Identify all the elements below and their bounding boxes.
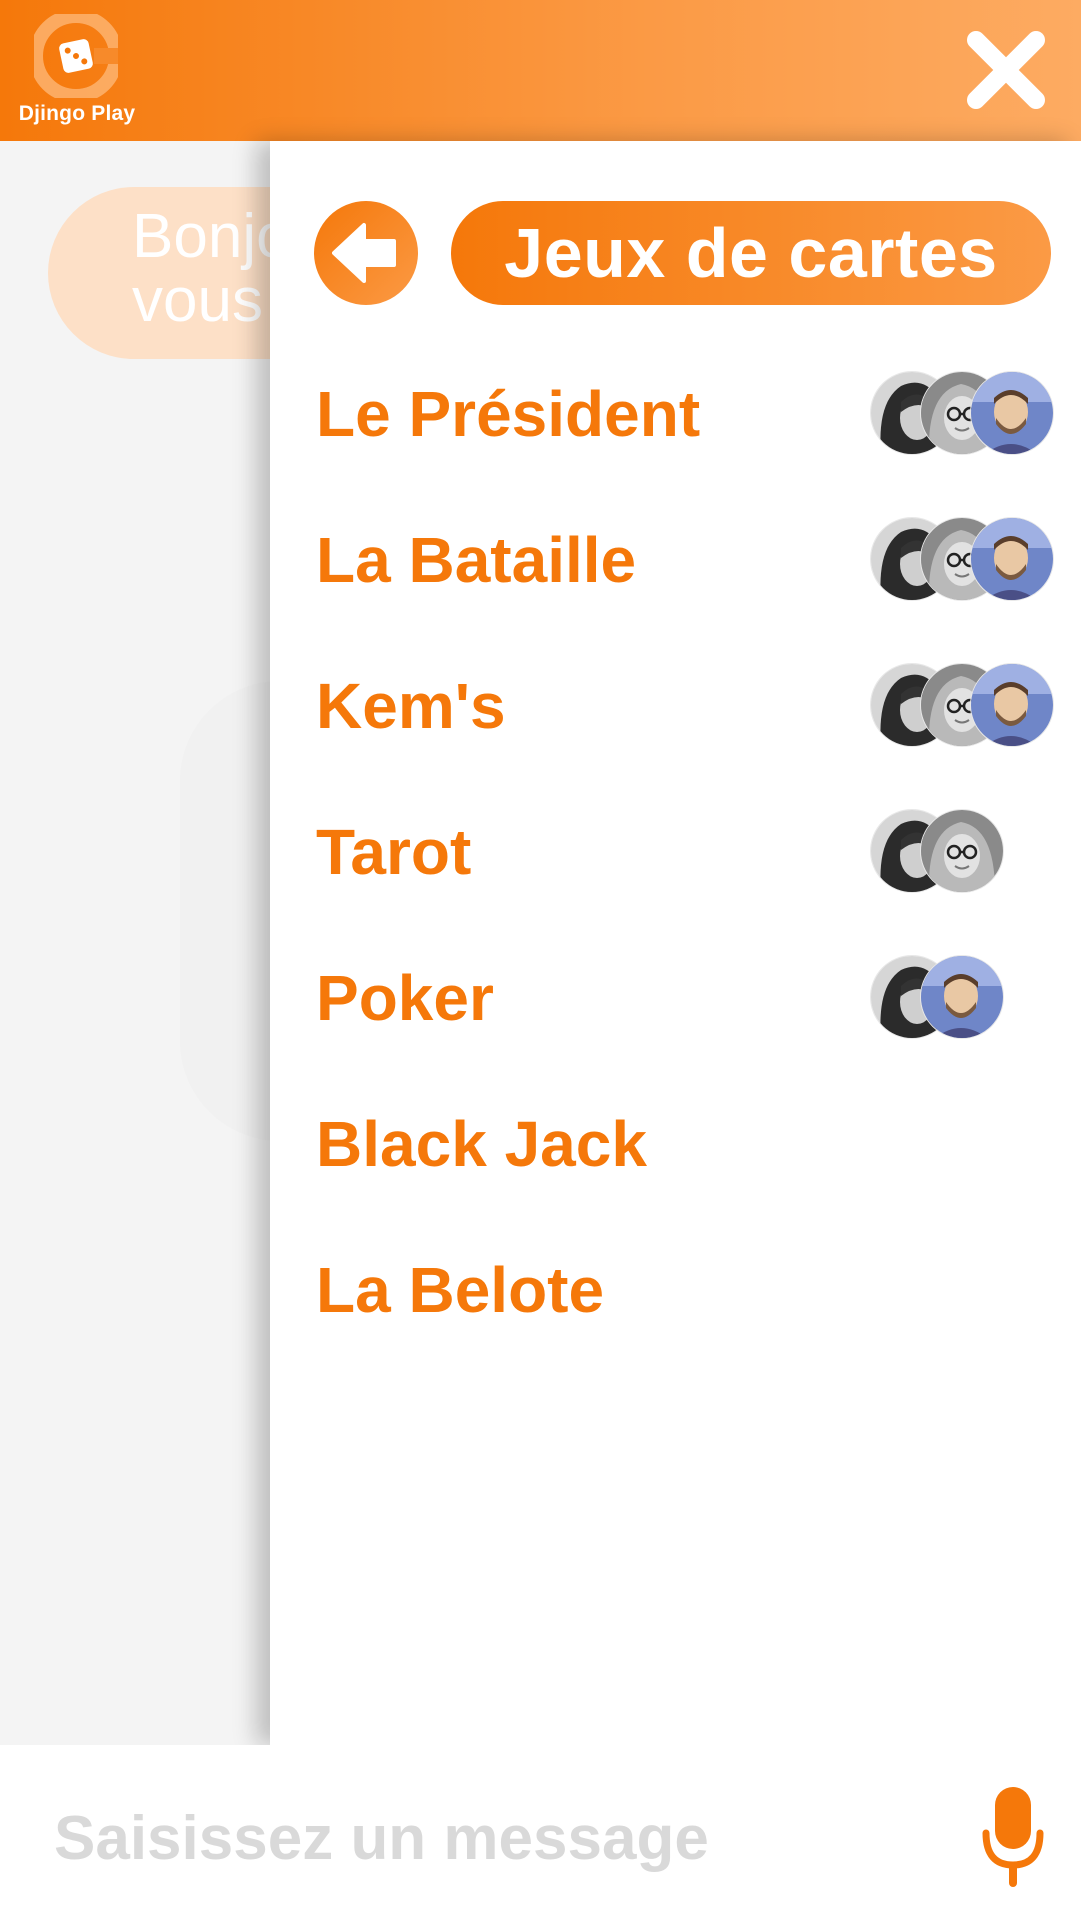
player-avatars (870, 955, 1056, 1039)
game-list: Le Président La Bataille Kem's Tarot Poker Bl… (316, 341, 1056, 1363)
message-bar (0, 1745, 1081, 1921)
avatar (970, 663, 1054, 747)
chat-bubble-text: Bonjour vous (132, 202, 270, 335)
game-label: Poker (316, 962, 494, 1034)
avatar (920, 955, 1004, 1039)
game-row[interactable]: Le Président (316, 341, 1056, 487)
game-row[interactable]: Poker (316, 925, 1056, 1071)
game-label: Black Jack (316, 1108, 647, 1180)
player-avatars (870, 809, 1056, 893)
player-avatars (870, 517, 1056, 601)
close-button[interactable] (964, 28, 1048, 112)
back-button[interactable] (314, 201, 418, 305)
game-label: Kem's (316, 670, 506, 742)
game-label: Tarot (316, 816, 472, 888)
game-label: La Belote (316, 1254, 605, 1326)
player-avatars (870, 663, 1056, 747)
chat-background: Bonjour vous (0, 141, 270, 1745)
background-card (180, 681, 270, 1141)
games-panel: Jeux de cartes Le Président La Bataille Ke… (270, 141, 1081, 1745)
avatar (970, 371, 1054, 455)
app-header: Djingo Play (0, 0, 1081, 141)
game-label: Le Président (316, 378, 701, 450)
microphone-icon (982, 1787, 1044, 1887)
arrow-left-icon (332, 223, 396, 283)
avatar (920, 809, 1004, 893)
game-label: La Bataille (316, 524, 637, 596)
microphone-button[interactable] (982, 1785, 1044, 1889)
dice-logo-icon (34, 14, 118, 98)
player-avatars (870, 371, 1056, 455)
avatar (970, 517, 1054, 601)
chat-bubble: Bonjour vous (48, 187, 270, 359)
panel-title: Jeux de cartes (451, 201, 1051, 305)
close-icon (967, 31, 1045, 109)
message-input[interactable] (52, 1797, 936, 1879)
app-logo[interactable]: Djingo Play (12, 8, 140, 133)
app-name: Djingo Play (18, 102, 136, 125)
game-row[interactable]: La Bataille (316, 487, 1056, 633)
game-row[interactable]: Kem's (316, 633, 1056, 779)
game-row[interactable]: Tarot (316, 779, 1056, 925)
game-row[interactable]: Black Jack (316, 1071, 1056, 1217)
game-row[interactable]: La Belote (316, 1217, 1056, 1363)
